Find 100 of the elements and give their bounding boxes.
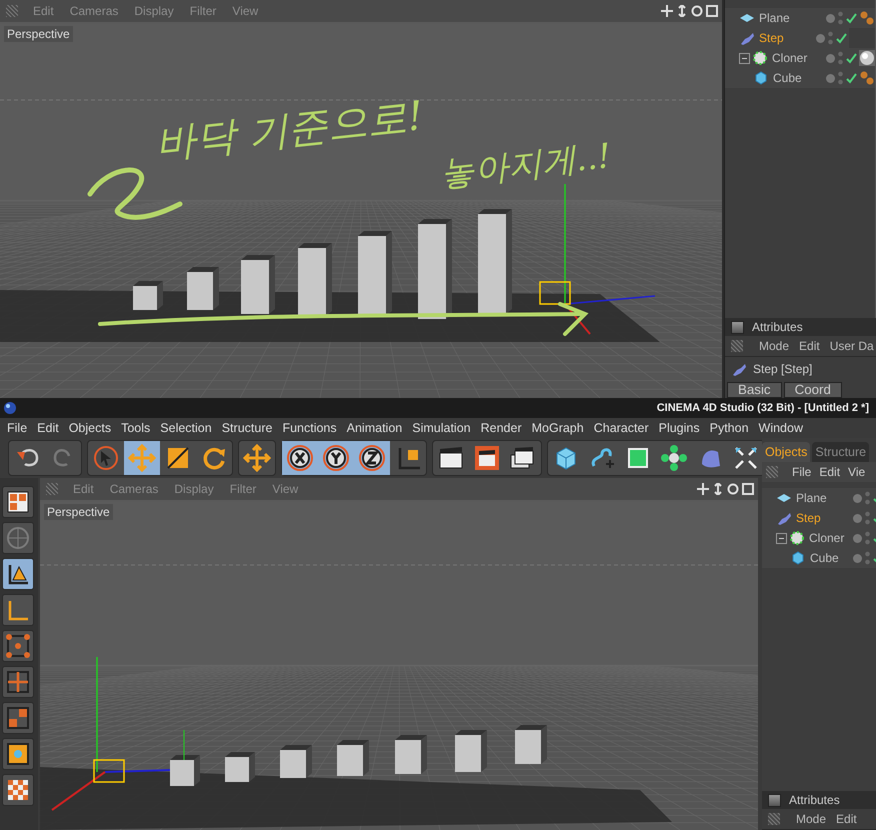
menu-item[interactable]: Selection [155, 421, 217, 435]
menu-item[interactable]: Structure [216, 421, 278, 435]
cube-icon [753, 70, 769, 86]
menu-item[interactable]: Mode [759, 339, 790, 353]
object-row[interactable]: Cloner [725, 48, 875, 68]
panel-title: Attributes [789, 793, 840, 807]
visibility-dot[interactable] [826, 74, 835, 82]
menu-item[interactable]: Edit [32, 421, 64, 435]
menu-item[interactable]: Functions [277, 421, 342, 435]
check-icon [836, 32, 847, 44]
object-mode-button[interactable] [2, 558, 34, 590]
menu-item[interactable]: Character [588, 421, 654, 435]
move-view-icon [661, 5, 673, 17]
panel-icon [768, 794, 781, 806]
check-icon [846, 12, 857, 24]
menu-item[interactable]: Mode [796, 812, 826, 826]
move-view-icon [697, 483, 709, 495]
menu-item[interactable]: Plugins [654, 421, 705, 435]
viewport-label: Perspective [4, 26, 73, 42]
menu-item[interactable]: Window [754, 421, 808, 435]
panel-icon [731, 320, 744, 334]
menu-item[interactable]: Animation [342, 421, 408, 435]
phong-tag-icon [859, 10, 875, 26]
object-row[interactable]: Plane [725, 8, 875, 28]
cloner-icon [789, 530, 805, 546]
z-button[interactable] [354, 441, 390, 475]
visibility-dot[interactable] [853, 554, 862, 562]
render-dots-icon [865, 511, 870, 525]
menu-item[interactable]: Edit [799, 339, 820, 353]
visibility-dot[interactable] [816, 34, 825, 42]
panel-tab[interactable]: Structure [812, 442, 870, 462]
render-dots-icon [865, 551, 870, 565]
z-icon [358, 444, 386, 472]
select-icon [92, 444, 120, 472]
menu-item[interactable]: Edit [836, 812, 857, 826]
model-icon [5, 525, 31, 551]
visibility-dot[interactable] [826, 54, 835, 62]
visibility-dot[interactable] [826, 14, 835, 22]
menu-item[interactable]: Edit [819, 465, 840, 479]
y-icon [322, 444, 350, 472]
render-dots-icon [828, 31, 833, 45]
minus-icon [739, 52, 750, 64]
object-name: Plane [796, 491, 827, 505]
grip-icon [6, 5, 18, 17]
edges-mode-button[interactable] [2, 666, 34, 698]
phong-tag-icon [859, 70, 875, 86]
menu-item[interactable]: File [792, 465, 812, 479]
collapse-toggle[interactable] [776, 532, 787, 544]
cloner-icon [752, 50, 768, 66]
object-row[interactable]: Step [762, 508, 876, 528]
cloner-icon [660, 444, 688, 472]
grip-icon [766, 466, 778, 478]
move-icon [128, 444, 156, 472]
attribute-tab[interactable]: Basic [727, 382, 782, 398]
visibility-dot[interactable] [853, 534, 862, 542]
object-name: Cloner [772, 51, 808, 65]
axis-mode-button[interactable] [2, 594, 34, 626]
points-mode-button[interactable] [2, 630, 34, 662]
panel-title: Attributes [752, 320, 803, 334]
grip-icon [731, 340, 743, 352]
grip-icon [768, 813, 780, 825]
polygons-mode-button[interactable] [2, 702, 34, 734]
menu-item[interactable]: Tools [116, 421, 156, 435]
panel-tab[interactable]: Objects [762, 442, 810, 462]
menu-item[interactable]: Python [704, 421, 754, 435]
menu-item[interactable]: Simulation [407, 421, 476, 435]
object-row[interactable]: Cloner [762, 528, 876, 548]
object-row[interactable]: Plane [762, 488, 876, 508]
visibility-dot[interactable] [853, 494, 862, 502]
menu-item[interactable]: Render [476, 421, 527, 435]
collapse-toggle[interactable] [739, 52, 750, 64]
attribute-tab[interactable]: Coord [784, 382, 842, 398]
object-row[interactable]: Cube [725, 68, 875, 88]
x-icon [286, 444, 314, 472]
move-icon [243, 444, 271, 472]
viewport-label: Perspective [44, 504, 113, 520]
layout-icon [5, 489, 31, 515]
menu-item[interactable]: File [2, 421, 32, 435]
rotate-view-icon [727, 483, 739, 495]
texture-mode-button[interactable] [2, 774, 34, 806]
uv-mode-button[interactable] [2, 738, 34, 770]
layout-mode-button[interactable] [2, 486, 34, 518]
edges-icon [5, 669, 31, 695]
menu-item[interactable]: Vie [848, 465, 866, 479]
object-row[interactable]: Cube [762, 548, 876, 568]
x-button[interactable] [282, 441, 318, 475]
render-dots-icon [838, 51, 843, 65]
grip-icon [46, 483, 58, 495]
object-row[interactable]: Step [725, 28, 849, 48]
menu-item[interactable]: User Da [830, 339, 874, 353]
render-dots-icon [865, 491, 870, 505]
visibility-dot[interactable] [853, 514, 862, 522]
maximize-view-icon [706, 5, 718, 17]
check-icon [846, 72, 857, 84]
app-logo-icon [3, 401, 17, 415]
render-dots-icon [838, 11, 843, 25]
uv-icon [5, 741, 31, 767]
handwritten-note: 놓아지게..! [438, 135, 614, 196]
menu-item[interactable]: Objects [64, 421, 116, 435]
menu-item[interactable]: MoGraph [526, 421, 589, 435]
